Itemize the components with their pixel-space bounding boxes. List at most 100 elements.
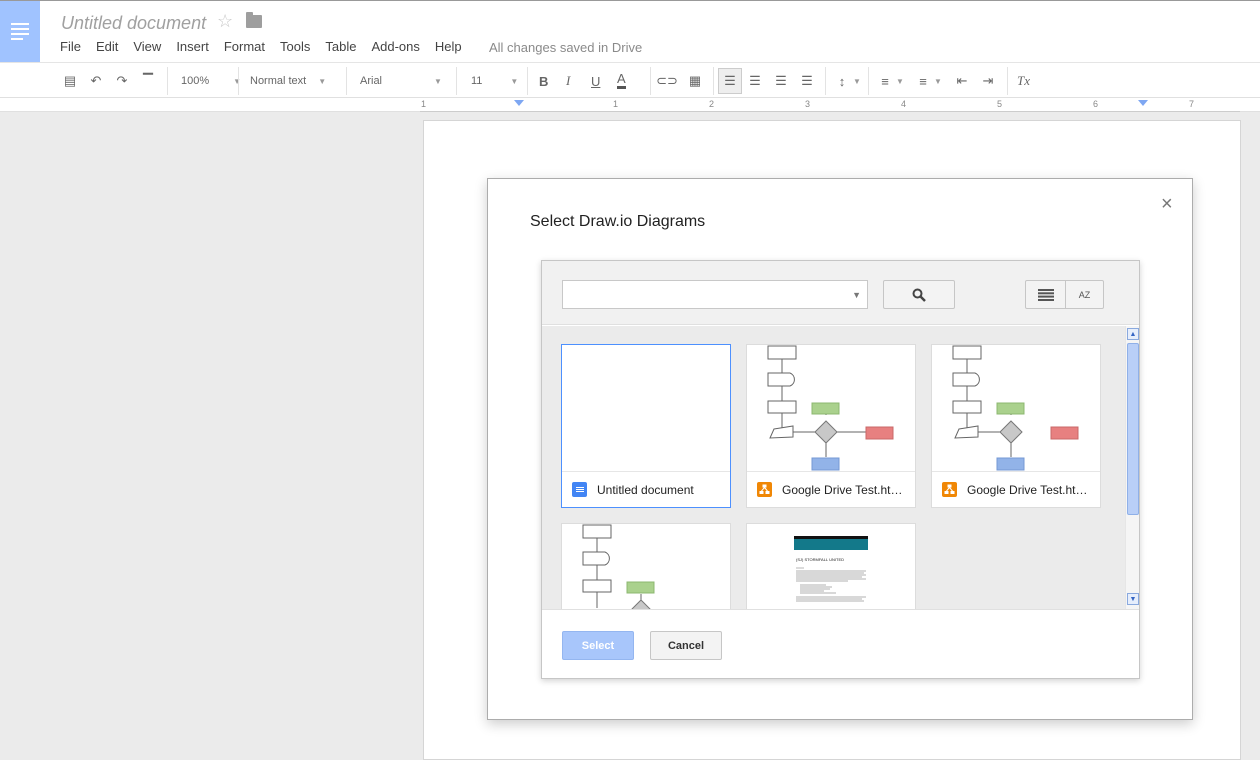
list-view-button[interactable] (1025, 280, 1066, 309)
sort-button[interactable]: AZ (1065, 280, 1104, 309)
print-button[interactable]: ▤ (62, 71, 78, 91)
file-card[interactable]: Google Drive Test.ht… (931, 344, 1101, 508)
caret-down-icon: ▼ (853, 76, 861, 86)
document-thumbnail: (SJ) STORMFALL UNITED (747, 524, 915, 609)
sort-az-icon: AZ (1078, 289, 1091, 300)
ruler-number: 5 (997, 99, 1003, 109)
print-icon: ▤ (63, 73, 77, 88)
font-size-select[interactable]: 11 ▼ (471, 71, 518, 91)
decrease-indent-button[interactable]: ⇤ (954, 71, 970, 91)
paint-roller-icon: ▔ (143, 73, 153, 88)
style-select[interactable]: Normal text ▼ (250, 71, 326, 91)
file-caption: Untitled document (562, 471, 730, 507)
cancel-button[interactable]: Cancel (650, 631, 722, 660)
menu-tools[interactable]: Tools (280, 39, 310, 54)
redo-button[interactable]: ↷ (114, 71, 130, 91)
text-color-button[interactable]: A (617, 71, 626, 89)
file-caption: Google Drive Test.ht… (747, 471, 915, 507)
caret-down-icon: ▼ (510, 76, 519, 86)
list-view-icon (1037, 288, 1054, 301)
clear-formatting-button[interactable]: Tx (1017, 71, 1030, 91)
insert-link-button[interactable]: ⊂⊃ (656, 71, 678, 91)
menu-format[interactable]: Format (224, 39, 265, 54)
insert-comment-button[interactable]: ▦ (687, 71, 703, 91)
docs-home-icon[interactable] (0, 1, 40, 62)
zoom-value: 100% (181, 75, 210, 87)
toolbar: ▤ ↶ ↷ ▔ 100%▼ Normal text▼ Arial▼ 11▼ B … (0, 62, 1260, 98)
ruler-number: 3 (805, 99, 811, 109)
menu-help[interactable]: Help (435, 39, 462, 54)
align-center-button[interactable]: ☰ (747, 71, 763, 91)
menu-table[interactable]: Table (325, 39, 356, 54)
ruler: 1 1 2 3 4 5 6 7 (0, 98, 1260, 112)
select-button[interactable]: Select (562, 631, 634, 660)
left-indent-marker[interactable] (514, 100, 524, 106)
doc-title[interactable]: Untitled document (61, 13, 206, 34)
thumb-status-bar (794, 536, 868, 539)
thumb-text-lines (796, 567, 866, 602)
line-spacing-icon: ↕ (838, 73, 846, 89)
drawio-file-icon (757, 482, 772, 497)
toolbar-divider (346, 67, 347, 95)
align-right-button[interactable]: ☰ (773, 71, 789, 91)
doc-file-icon (572, 482, 587, 497)
undo-button[interactable]: ↶ (88, 71, 104, 91)
ruler-number: 6 (1093, 99, 1099, 109)
align-justify-icon: ☰ (801, 73, 813, 88)
redo-icon: ↷ (116, 73, 128, 88)
paint-format-button[interactable]: ▔ (140, 71, 156, 91)
menu-view[interactable]: View (133, 39, 161, 54)
caret-down-icon[interactable]: ▼ (852, 290, 861, 300)
caret-down-icon: ▼ (318, 76, 327, 86)
menu-insert[interactable]: Insert (176, 39, 209, 54)
font-value: Arial (360, 75, 383, 87)
link-icon: ⊂⊃ (656, 73, 678, 88)
toolbar-divider (650, 67, 651, 95)
file-name: Untitled document (597, 482, 694, 497)
scrollbar[interactable]: ▲ ▼ (1125, 326, 1139, 609)
increase-indent-button[interactable]: ⇥ (980, 71, 996, 91)
align-left-button[interactable]: ☰ (718, 68, 742, 94)
close-icon[interactable]: × (1161, 193, 1173, 216)
star-icon[interactable]: ☆ (217, 11, 233, 32)
scroll-up-icon[interactable]: ▲ (1127, 328, 1139, 340)
zoom-select[interactable]: 100%▼ (181, 71, 241, 91)
drawio-file-icon (942, 482, 957, 497)
file-caption: Google Drive Test.ht… (932, 471, 1100, 507)
scroll-thumb[interactable] (1127, 343, 1139, 515)
underline-button[interactable]: U (591, 71, 600, 91)
docs-header: Untitled document ☆ File Edit View Inser… (0, 0, 1260, 62)
line-spacing-button[interactable]: ↕ ▼ (834, 71, 861, 91)
file-card[interactable]: Google Drive Test.ht… (746, 344, 916, 508)
caret-down-icon: ▼ (934, 76, 942, 86)
italic-button[interactable]: I (566, 71, 570, 91)
dialog-title: Select Draw.io Diagrams (530, 213, 706, 230)
menu-file[interactable]: File (60, 39, 81, 54)
comment-icon: ▦ (688, 73, 702, 88)
menu-addons[interactable]: Add-ons (371, 39, 419, 54)
bulleted-list-button[interactable]: ≡ ▼ (915, 71, 942, 91)
menubar: File Edit View Insert Format Tools Table… (60, 39, 477, 54)
file-card[interactable]: (SJ) STORMFALL UNITED (746, 523, 916, 609)
toolbar-divider (713, 67, 714, 95)
file-grid: Untitled document Google Drive Test.ht… … (542, 326, 1125, 609)
right-indent-marker[interactable] (1138, 100, 1148, 106)
style-value: Normal text (250, 75, 307, 87)
folder-icon[interactable] (246, 12, 262, 28)
bulleted-list-icon: ≡ (919, 73, 927, 89)
file-card[interactable]: Untitled document (561, 344, 731, 508)
search-input[interactable]: ▼ (562, 280, 868, 309)
font-select[interactable]: Arial ▼ (360, 71, 442, 91)
search-button[interactable] (883, 280, 955, 309)
file-card[interactable] (561, 523, 731, 609)
picker-toolbar: ▼ AZ (542, 261, 1139, 325)
align-justify-button[interactable]: ☰ (799, 71, 815, 91)
flowchart-thumbnail (932, 345, 1100, 471)
ruler-number: 1 (613, 99, 619, 109)
menu-edit[interactable]: Edit (96, 39, 118, 54)
scroll-down-icon[interactable]: ▼ (1127, 593, 1139, 605)
bold-button[interactable]: B (539, 71, 548, 91)
save-status: All changes saved in Drive (489, 40, 643, 55)
select-diagrams-dialog: Select Draw.io Diagrams × ▼ AZ Untitled … (487, 178, 1193, 720)
numbered-list-button[interactable]: ≡ ▼ (877, 71, 904, 91)
